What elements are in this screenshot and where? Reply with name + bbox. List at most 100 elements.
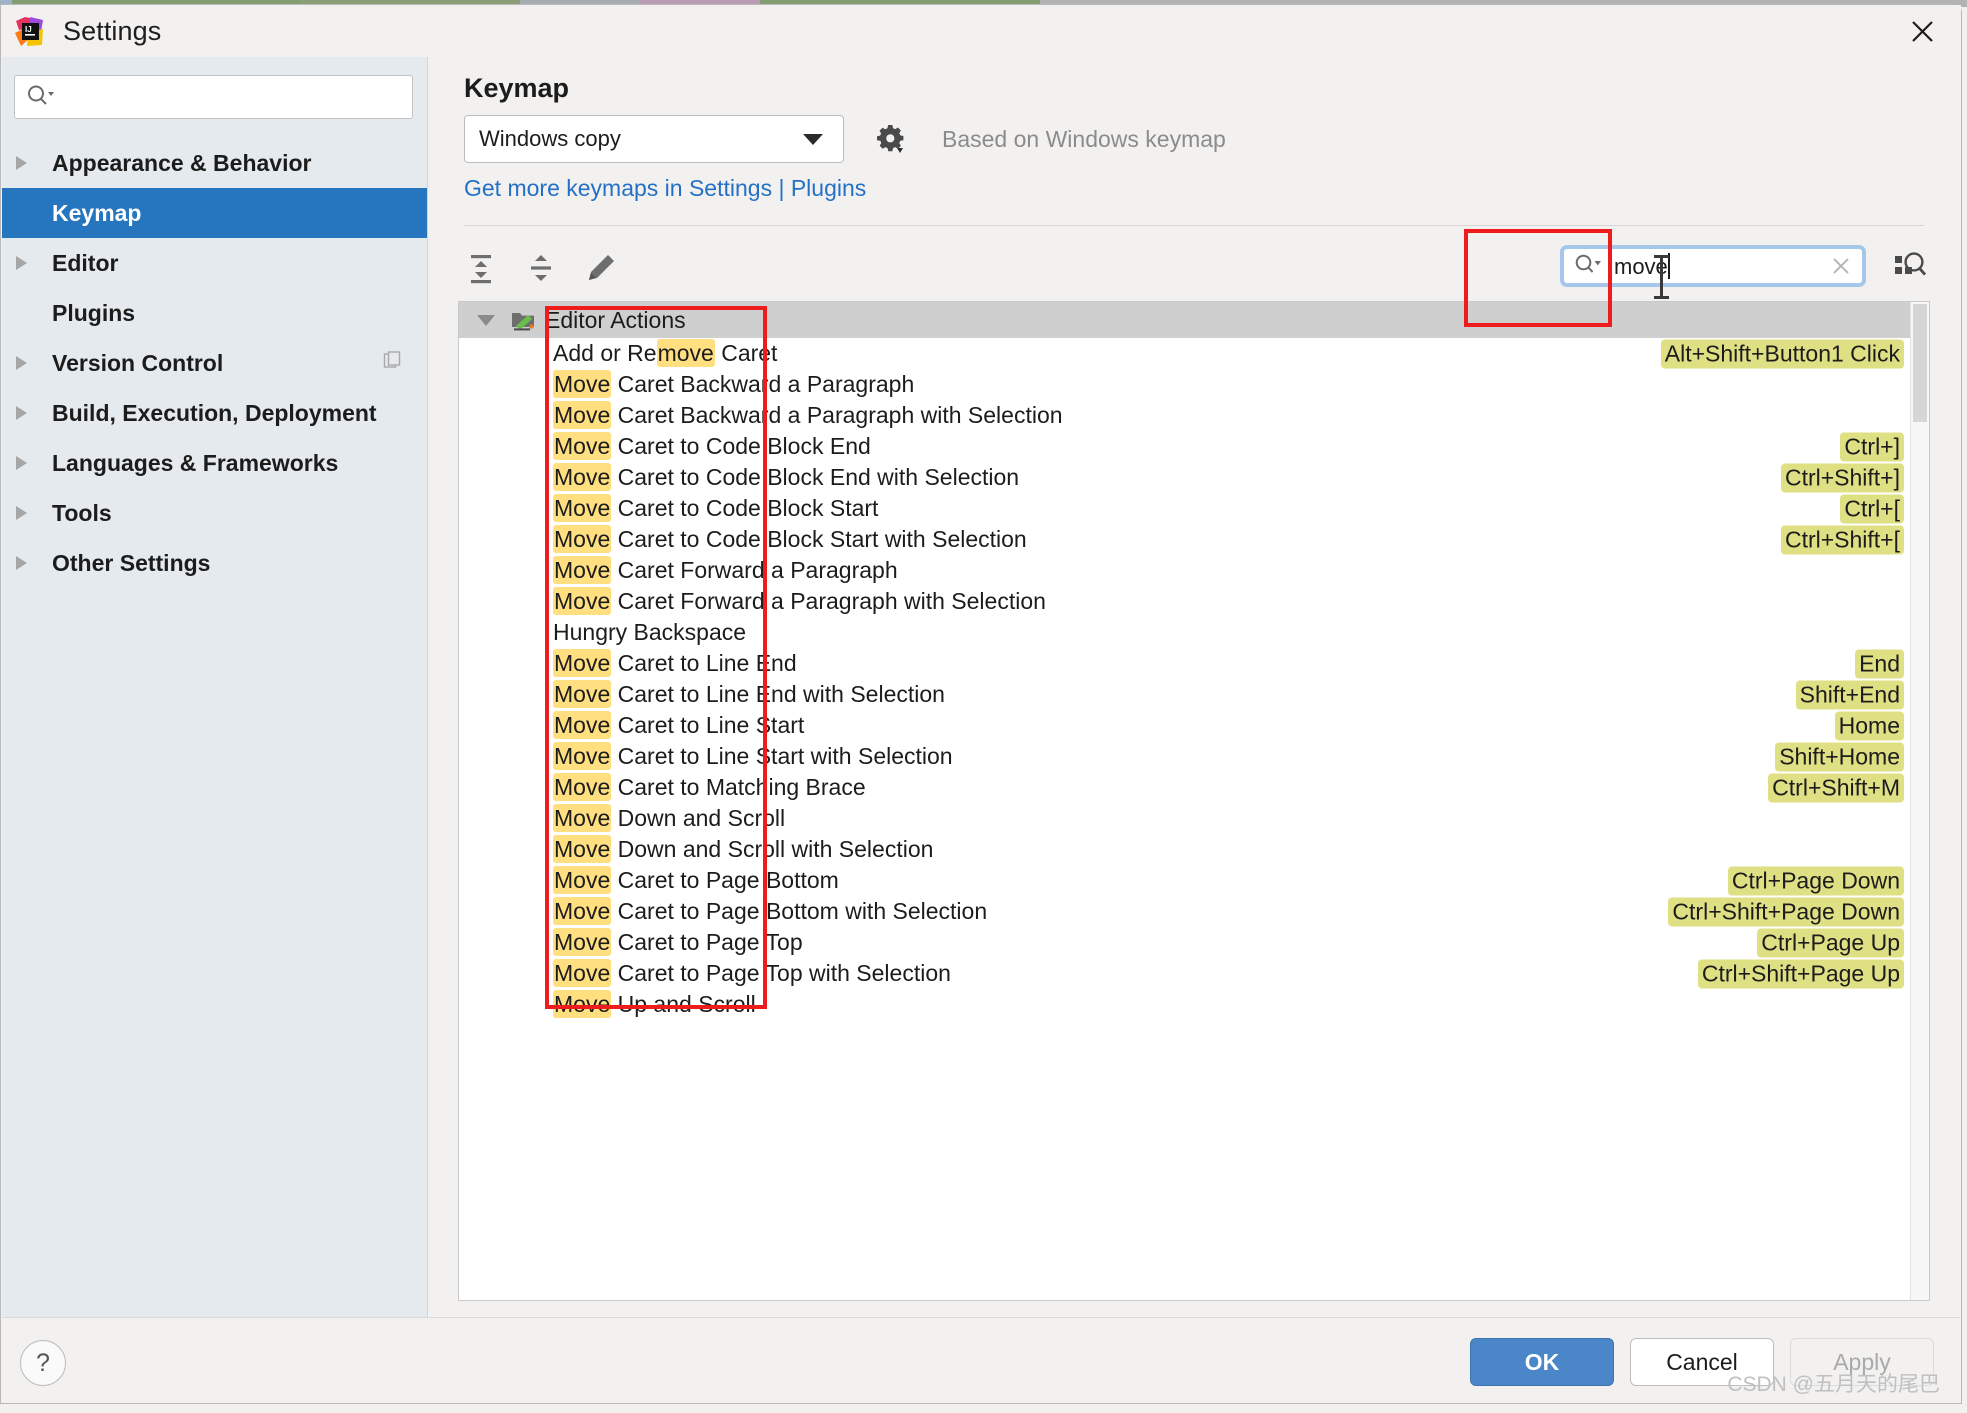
action-group-label: Editor Actions — [545, 306, 686, 333]
keymap-search-box[interactable]: move — [1560, 245, 1866, 299]
action-shortcut: Ctrl+[ — [1840, 494, 1904, 523]
search-icon — [1574, 253, 1604, 280]
intellij-idea-logo-icon: IJ — [14, 16, 45, 47]
action-row[interactable]: Add or Remove Caret Alt+Shift+Button1 Cli… — [459, 338, 1910, 369]
get-more-keymaps-link[interactable]: Get more keymaps in Settings | Plugins — [464, 175, 866, 202]
settings-sidebar: Appearance & Behavior Keymap Editor Plug… — [2, 57, 428, 1319]
chevron-down-icon — [803, 133, 823, 145]
search-match-highlight: Move — [553, 432, 612, 460]
action-name: Move Up and Scroll — [553, 990, 756, 1018]
find-by-shortcut-icon[interactable] — [1890, 246, 1930, 286]
keymap-toolbar — [458, 245, 624, 291]
action-row[interactable]: Move Caret to Page Bottom with Selection… — [459, 896, 1910, 927]
sidebar-item-other-settings[interactable]: Other Settings — [2, 538, 427, 588]
action-row[interactable]: Move Caret to Line End with Selection Shi… — [459, 679, 1910, 710]
keymap-select-value: Windows copy — [479, 126, 621, 151]
sidebar-item-keymap[interactable]: Keymap — [2, 188, 427, 238]
chevron-right-icon[interactable] — [16, 356, 38, 370]
sidebar-item-plugins[interactable]: Plugins — [2, 288, 427, 338]
action-name: Move Caret Forward a Paragraph — [553, 556, 898, 584]
chevron-right-icon[interactable] — [16, 156, 38, 170]
action-row[interactable]: Move Caret to Page Bottom Ctrl+Page Down — [459, 865, 1910, 896]
search-match-highlight: Move — [553, 835, 612, 863]
collapse-all-icon[interactable] — [518, 245, 564, 291]
action-name-suffix: Caret — [714, 340, 778, 366]
action-name-suffix: Caret to Code Block End — [611, 433, 871, 459]
settings-category-tree: Appearance & Behavior Keymap Editor Plug… — [2, 138, 427, 588]
action-row[interactable]: Move Down and Scroll — [459, 803, 1910, 834]
action-shortcut: Shift+End — [1795, 680, 1904, 709]
close-icon[interactable] — [1889, 5, 1955, 57]
chevron-down-icon[interactable] — [477, 314, 495, 326]
chevron-right-icon[interactable] — [16, 506, 38, 520]
action-row[interactable]: Move Caret to Line Start Home — [459, 710, 1910, 741]
action-name-suffix: Down and Scroll with Selection — [611, 836, 934, 862]
search-match-highlight: Move — [553, 990, 612, 1018]
action-row[interactable]: Move Caret Backward a Paragraph — [459, 369, 1910, 400]
ok-button[interactable]: OK — [1470, 1338, 1614, 1386]
action-shortcut: Shift+Home — [1775, 742, 1904, 771]
action-name-suffix: Caret to Line Start with Selection — [611, 743, 953, 769]
action-row[interactable]: Move Caret Forward a Paragraph — [459, 555, 1910, 586]
dialog-footer: ? OK Cancel Apply CSDN @五月天的尾巴 — [2, 1317, 1960, 1402]
sidebar-item-languages-frameworks[interactable]: Languages & Frameworks — [2, 438, 427, 488]
chevron-right-icon[interactable] — [16, 456, 38, 470]
editor-actions-folder-icon — [511, 309, 537, 331]
sidebar-item-editor[interactable]: Editor — [2, 238, 427, 288]
chevron-right-icon[interactable] — [16, 556, 38, 570]
action-group-row[interactable]: Editor Actions — [459, 302, 1910, 338]
action-row[interactable]: Move Up and Scroll — [459, 989, 1910, 1020]
sidebar-item-appearance-behavior[interactable]: Appearance & Behavior — [2, 138, 427, 188]
action-name-prefix: Add or Re — [553, 340, 657, 366]
sidebar-search-box[interactable] — [14, 75, 413, 119]
edit-shortcut-pencil-icon[interactable] — [578, 245, 624, 291]
action-row[interactable]: Move Caret to Line Start with Selection S… — [459, 741, 1910, 772]
keymap-select[interactable]: Windows copy — [464, 115, 844, 163]
action-row[interactable]: Move Caret to Line End End — [459, 648, 1910, 679]
action-row[interactable]: Move Caret to Code Block End with Select… — [459, 462, 1910, 493]
action-row[interactable]: Move Caret to Page Top Ctrl+Page Up — [459, 927, 1910, 958]
clear-search-icon[interactable] — [1826, 251, 1856, 281]
sidebar-search-input[interactable] — [63, 85, 412, 109]
sidebar-item-tools[interactable]: Tools — [2, 488, 427, 538]
action-name-suffix: Caret Forward a Paragraph — [611, 557, 898, 583]
sidebar-item-label: Other Settings — [52, 549, 211, 576]
help-button[interactable]: ? — [20, 1340, 66, 1386]
action-name: Move Down and Scroll with Selection — [553, 835, 934, 863]
settings-dialog-screenshot: IJ Settings Appearance & Behavior Keymap… — [0, 0, 1967, 1413]
sidebar-item-version-control[interactable]: Version Control — [2, 338, 427, 388]
action-name: Move Caret to Line End with Selection — [553, 680, 945, 708]
action-row[interactable]: Move Caret to Page Top with Selection Ctr… — [459, 958, 1910, 989]
action-row[interactable]: Move Caret Forward a Paragraph with Sele… — [459, 586, 1910, 617]
sidebar-search-wrap — [2, 57, 427, 119]
action-name: Move Caret to Line Start with Selection — [553, 742, 953, 770]
action-name: Move Caret Backward a Paragraph with Sel… — [553, 401, 1063, 429]
keymap-search-area: move — [1560, 245, 1930, 299]
actions-scrollbar-thumb[interactable] — [1913, 304, 1927, 422]
action-name: Move Caret to Code Block Start — [553, 494, 878, 522]
gear-icon[interactable] — [874, 122, 908, 156]
search-match-highlight: Move — [553, 680, 612, 708]
keymap-panel: Keymap Windows copy Based on Windows key… — [428, 57, 1960, 1319]
action-name-suffix: Down and Scroll — [611, 805, 786, 831]
action-name-suffix: Caret to Matching Brace — [611, 774, 866, 800]
action-rows-host: Add or Remove Caret Alt+Shift+Button1 Cli… — [459, 338, 1910, 1020]
csdn-watermark: CSDN @五月天的尾巴 — [1727, 1373, 1940, 1396]
actions-list-panel: Editor Actions Add or Remove Caret Alt+Sh… — [458, 301, 1930, 1301]
action-name: Move Down and Scroll — [553, 804, 786, 832]
action-row[interactable]: Move Caret to Code Block Start with Sele… — [459, 524, 1910, 555]
sidebar-item-build-execution-deployment[interactable]: Build, Execution, Deployment — [2, 388, 427, 438]
action-name: Hungry Backspace — [553, 619, 746, 646]
action-name-suffix: Caret to Page Bottom with Selection — [611, 898, 988, 924]
expand-all-icon[interactable] — [458, 245, 504, 291]
action-row[interactable]: Move Caret to Code Block End Ctrl+] — [459, 431, 1910, 462]
action-row[interactable]: Hungry Backspace — [459, 617, 1910, 648]
action-row[interactable]: Move Down and Scroll with Selection — [459, 834, 1910, 865]
chevron-right-icon[interactable] — [16, 406, 38, 420]
actions-scrollbar[interactable] — [1910, 302, 1929, 1300]
divider — [464, 225, 1924, 226]
action-row[interactable]: Move Caret Backward a Paragraph with Sel… — [459, 400, 1910, 431]
chevron-right-icon[interactable] — [16, 256, 38, 270]
action-row[interactable]: Move Caret to Code Block Start Ctrl+[ — [459, 493, 1910, 524]
action-row[interactable]: Move Caret to Matching Brace Ctrl+Shift+M — [459, 772, 1910, 803]
